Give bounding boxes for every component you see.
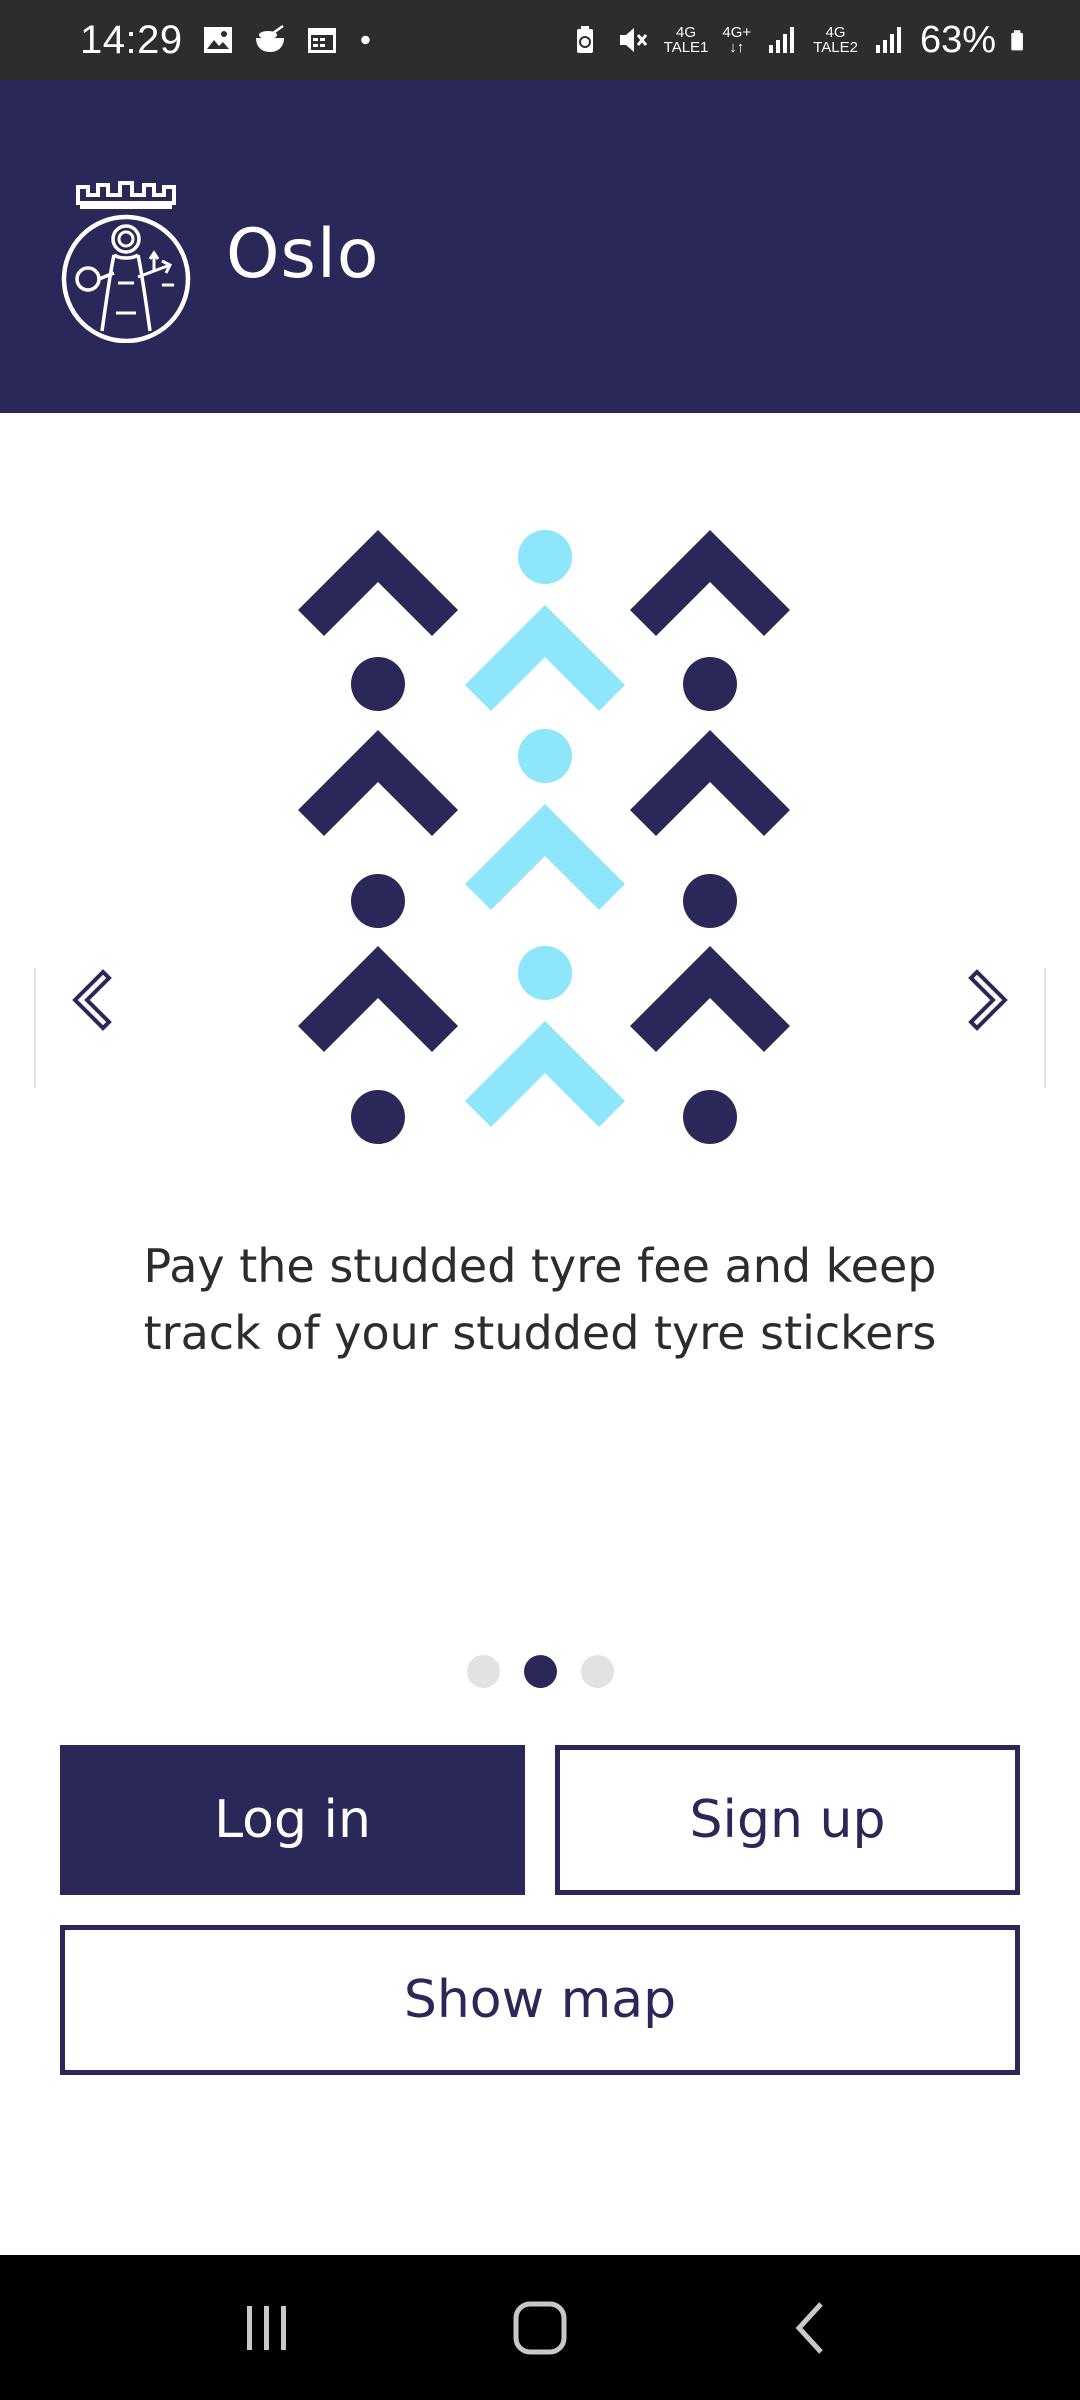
system-navigation-bar bbox=[0, 2255, 1080, 2400]
carousel-prev-button[interactable] bbox=[56, 965, 126, 1035]
home-icon bbox=[513, 2301, 567, 2354]
network-label-2: 4G+ ↓↑ bbox=[722, 24, 752, 56]
calendar-icon bbox=[307, 28, 336, 53]
status-right: 4G TALE1 4G+ ↓↑ 4G TALE2 63% bbox=[568, 19, 1032, 62]
status-left: 14:29 bbox=[80, 18, 381, 63]
signup-button[interactable]: Sign up bbox=[555, 1745, 1020, 1895]
gallery-icon bbox=[203, 27, 232, 53]
signal-icon bbox=[875, 27, 901, 53]
battery-icon bbox=[1011, 30, 1023, 51]
back-chevron-icon bbox=[795, 2301, 824, 2354]
status-bar: 14:29 4G TALE1 4G+ ↓↑ 4G TALE2 63% bbox=[0, 0, 1080, 80]
recycle-icon bbox=[576, 26, 593, 53]
chevron-right-icon bbox=[968, 969, 1008, 1031]
chevron-left-icon bbox=[72, 969, 112, 1031]
app-title: Oslo bbox=[226, 215, 380, 294]
studded-tyre-illustration bbox=[298, 530, 790, 1144]
login-button[interactable]: Log in bbox=[60, 1745, 525, 1895]
onboarding-carousel[interactable]: Pay the studded tyre fee and keep track … bbox=[0, 413, 1080, 1713]
carousel-page-indicator bbox=[0, 1655, 1080, 1688]
home-button[interactable] bbox=[495, 2283, 585, 2373]
carousel-edge-right bbox=[1044, 968, 1046, 1088]
network-label-1: 4G TALE1 bbox=[663, 24, 709, 56]
carousel-caption: Pay the studded tyre fee and keep track … bbox=[143, 1239, 937, 1360]
page-dot-2-active[interactable] bbox=[523, 1655, 557, 1688]
carousel-edge-left bbox=[34, 968, 36, 1088]
status-time: 14:29 bbox=[80, 17, 183, 62]
page-dot-3[interactable] bbox=[580, 1655, 614, 1688]
notification-dot-icon bbox=[360, 35, 370, 45]
pattern-column-left bbox=[298, 530, 458, 1144]
pattern-column-middle bbox=[465, 530, 625, 1127]
mute-icon bbox=[619, 28, 647, 52]
page-dot-1[interactable] bbox=[466, 1655, 500, 1688]
battery-percent: 63% bbox=[919, 18, 996, 61]
recent-apps-icon bbox=[246, 2305, 286, 2350]
carousel-next-button[interactable] bbox=[954, 965, 1024, 1035]
app-header: Oslo bbox=[0, 80, 1080, 413]
pattern-column-right bbox=[630, 530, 790, 1144]
recent-apps-button[interactable] bbox=[222, 2283, 312, 2373]
show-map-button[interactable]: Show map bbox=[60, 1925, 1020, 2075]
oslo-city-seal-icon bbox=[61, 180, 191, 343]
food-bowl-icon bbox=[255, 24, 284, 52]
network-label-3: 4G TALE2 bbox=[813, 24, 858, 56]
signal-icon bbox=[769, 27, 795, 53]
back-button[interactable] bbox=[768, 2283, 858, 2373]
